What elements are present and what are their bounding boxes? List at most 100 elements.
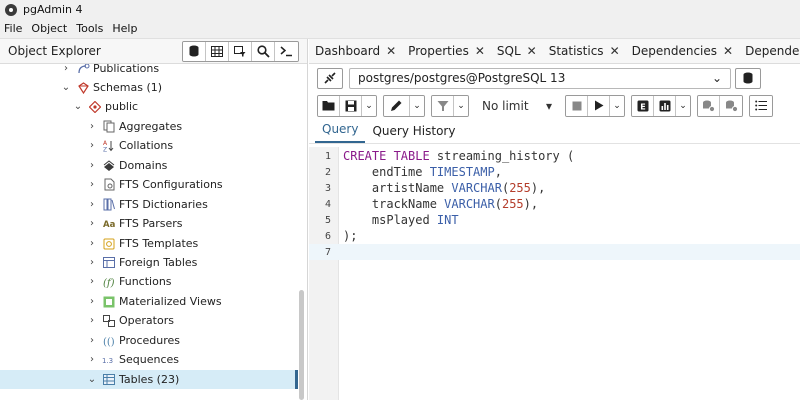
tree-item-aggregates[interactable]: › Aggregates [0, 117, 298, 136]
filter-button[interactable] [432, 95, 454, 116]
tree-item-fts-parsers[interactable]: › Aa FTS Parsers [0, 214, 298, 233]
tree-item-fts-templates[interactable]: › FTS Templates [0, 234, 298, 253]
connection-value: postgres/postgres@PostgreSQL 13 [358, 71, 566, 85]
chevron-right-icon[interactable]: › [86, 160, 98, 171]
chevron-right-icon[interactable]: › [86, 238, 98, 249]
tree-item-schemas[interactable]: ⌄ Schemas (1) [0, 78, 298, 97]
close-icon[interactable]: ✕ [723, 44, 733, 58]
tab-dashboard[interactable]: Dashboard ✕ [315, 44, 396, 58]
psql-tool-button[interactable] [275, 41, 298, 61]
menu-object[interactable]: Object [31, 22, 67, 35]
close-icon[interactable]: ✕ [475, 44, 485, 58]
object-explorer-header: Object Explorer [0, 39, 307, 64]
search-objects-button[interactable] [252, 41, 275, 61]
tree-item-fts-configurations[interactable]: › FTS Configurations [0, 175, 298, 194]
explain-analyze-button[interactable] [654, 95, 676, 116]
chevron-right-icon[interactable]: › [86, 354, 98, 365]
editor-current-line[interactable]: 7 [309, 244, 800, 260]
chevron-down-icon[interactable]: ⌄ [676, 95, 690, 116]
schemas-icon [76, 81, 90, 94]
chevron-down-icon[interactable]: ⌄ [72, 101, 84, 112]
chevron-down-icon[interactable]: ⌄ [362, 95, 376, 116]
chevron-down-icon[interactable]: ⌄ [410, 95, 424, 116]
chevron-right-icon[interactable]: › [86, 276, 98, 287]
tab-dependents[interactable]: Dependents✕ [745, 44, 800, 58]
editor-line[interactable]: 1 CREATE TABLE streaming_history ( [309, 148, 800, 164]
chevron-right-icon[interactable]: › [86, 140, 98, 151]
tree-item-public[interactable]: ⌄ public [0, 97, 298, 116]
edit-button[interactable] [384, 95, 410, 116]
chevron-down-icon[interactable]: ⌄ [86, 374, 98, 385]
tree-item-collations[interactable]: › AZ Collations [0, 136, 298, 155]
editor-line[interactable]: 5 msPlayed INT [309, 212, 800, 228]
row-limit-select[interactable]: No limit ▾ [475, 95, 559, 117]
close-icon[interactable]: ✕ [386, 44, 396, 58]
close-icon[interactable]: ✕ [610, 44, 620, 58]
chevron-right-icon[interactable]: › [86, 335, 98, 346]
tree-item-label: Schemas (1) [93, 81, 163, 94]
code-text: trackName VARCHAR(255), [343, 197, 539, 211]
chevron-down-icon: ⌄ [711, 71, 722, 85]
chevron-down-icon[interactable]: ⌄ [454, 95, 468, 116]
commit-button[interactable] [698, 95, 720, 116]
tree-item-publications[interactable]: › Publications [0, 64, 298, 78]
tree-item-procedures[interactable]: › (() Procedures [0, 331, 298, 350]
chevron-right-icon[interactable]: › [86, 315, 98, 326]
tab-query[interactable]: Query [315, 122, 366, 143]
code-text: CREATE TABLE streaming_history ( [343, 149, 575, 163]
tree-item-materialized-views[interactable]: › Materialized Views [0, 292, 298, 311]
tree-item-foreign-tables[interactable]: › Foreign Tables [0, 253, 298, 272]
tree-item-sequences[interactable]: › 1.3 Sequences [0, 350, 298, 369]
open-file-button[interactable] [318, 95, 340, 116]
chevron-right-icon[interactable]: › [86, 199, 98, 210]
tree-item-domains[interactable]: › Domains [0, 156, 298, 175]
connection-select[interactable]: postgres/postgres@PostgreSQL 13 ⌄ [349, 67, 731, 89]
explain-button[interactable]: E [632, 95, 654, 116]
stop-icon [572, 101, 581, 110]
tab-label: Dependents [745, 44, 800, 58]
macros-button[interactable] [750, 95, 772, 116]
menu-help[interactable]: Help [112, 22, 137, 35]
editor-line[interactable]: 6 ); [309, 228, 800, 244]
filtered-rows-button[interactable] [229, 41, 252, 61]
chevron-down-icon[interactable]: ⌄ [60, 82, 72, 93]
stop-button[interactable] [566, 95, 588, 116]
tree-item-label: FTS Templates [119, 237, 199, 250]
tree-scrollbar[interactable] [299, 290, 304, 400]
tree-item-label: FTS Dictionaries [119, 198, 208, 211]
connection-status-button[interactable] [317, 67, 343, 89]
chevron-right-icon[interactable]: › [86, 121, 98, 132]
query-tool-button[interactable] [183, 41, 206, 61]
editor-line[interactable]: 2 endTime TIMESTAMP, [309, 164, 800, 180]
tree-item-functions[interactable]: › (f) Functions [0, 272, 298, 291]
tab-dependencies[interactable]: Dependencies ✕ [632, 44, 733, 58]
tab-statistics[interactable]: Statistics ✕ [549, 44, 620, 58]
chevron-down-icon[interactable]: ⌄ [610, 95, 624, 116]
tree-item-operators[interactable]: › Operators [0, 311, 298, 330]
tree-item-fts-dictionaries[interactable]: › FTS Dictionaries [0, 195, 298, 214]
execute-button[interactable] [588, 95, 610, 116]
tab-query-history[interactable]: Query History [365, 124, 462, 143]
svg-text:((): (() [103, 337, 115, 347]
tab-properties[interactable]: Properties ✕ [408, 44, 485, 58]
save-button[interactable] [340, 95, 362, 116]
sql-editor[interactable]: 1 CREATE TABLE streaming_history ( 2 end… [309, 147, 800, 400]
tab-sql[interactable]: SQL ✕ [497, 44, 537, 58]
chevron-right-icon[interactable]: › [86, 257, 98, 268]
filter-icon [437, 100, 448, 111]
tree-item-tables[interactable]: ⌄ Tables (23) [0, 370, 298, 389]
rollback-button[interactable] [720, 95, 742, 116]
menu-file[interactable]: File [4, 22, 22, 35]
editor-line[interactable]: 4 trackName VARCHAR(255), [309, 196, 800, 212]
chevron-right-icon[interactable]: › [86, 296, 98, 307]
new-connection-button[interactable] [735, 67, 761, 89]
chevron-right-icon[interactable]: › [86, 218, 98, 229]
editor-line[interactable]: 3 artistName VARCHAR(255), [309, 180, 800, 196]
close-icon[interactable]: ✕ [527, 44, 537, 58]
chevron-right-icon[interactable]: › [60, 64, 72, 74]
menu-tools[interactable]: Tools [76, 22, 103, 35]
view-data-button[interactable] [206, 41, 229, 61]
chevron-right-icon[interactable]: › [86, 179, 98, 190]
file-group: ⌄ [317, 94, 377, 117]
tree-item-label: Publications [93, 64, 160, 75]
